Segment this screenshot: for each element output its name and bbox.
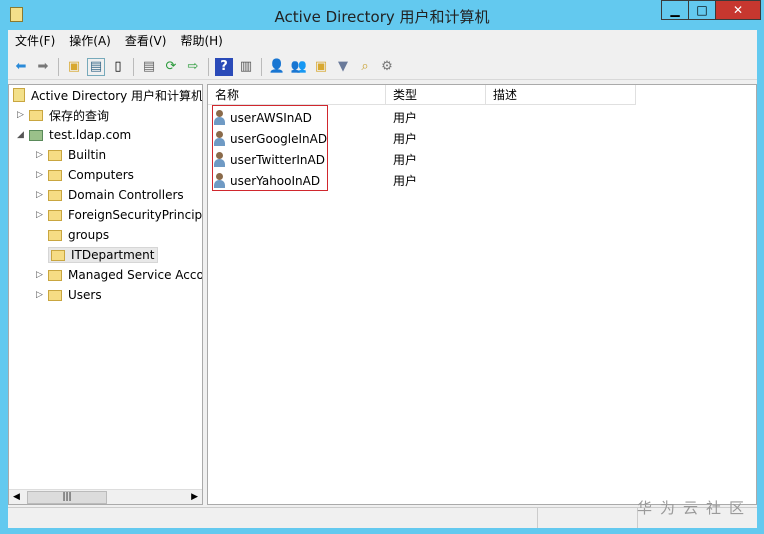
new-ou-icon[interactable]: ▣ [312, 58, 330, 76]
expand-icon[interactable]: ▷ [36, 150, 48, 160]
scroll-right-icon[interactable]: ▶ [191, 492, 198, 502]
export-icon[interactable]: ▤ [140, 58, 158, 76]
filter-icon[interactable]: ▼ [334, 58, 352, 76]
status-section [8, 508, 538, 528]
menu-bar: 文件(F) 操作(A) 查看(V) 帮助(H) [8, 30, 230, 52]
properties-icon[interactable]: ▯ [109, 58, 127, 76]
menu-action[interactable]: 操作(A) [62, 30, 118, 52]
forward-icon[interactable]: ➡ [34, 58, 52, 76]
minimize-button[interactable]: ▁ [661, 0, 689, 20]
column-header-name[interactable]: 名称 [208, 85, 386, 105]
folder-icon [48, 269, 62, 281]
column-header-description[interactable]: 描述 [486, 85, 636, 105]
scroll-left-icon[interactable]: ◀ [13, 492, 20, 502]
tree-item-computers[interactable]: ▷ Computers [36, 165, 134, 185]
toolbar: ⬅ ➡ ▣ ▤ ▯ ▤ ⟳ ⇨ ? ▥ 👤 👥 ▣ ▼ ⌕ ⚙ [8, 54, 757, 80]
export-list-icon[interactable]: ⇨ [184, 58, 202, 76]
up-folder-icon[interactable]: ▣ [65, 58, 83, 76]
column-header-type[interactable]: 类型 [386, 85, 486, 105]
folder-icon [48, 289, 62, 301]
expand-icon[interactable]: ▷ [36, 290, 48, 300]
menu-file[interactable]: 文件(F) [8, 30, 62, 52]
folder-icon [48, 149, 62, 161]
tree-item-builtin[interactable]: ▷ Builtin [36, 145, 106, 165]
back-icon[interactable]: ⬅ [12, 58, 30, 76]
help-icon[interactable]: ? [215, 57, 233, 76]
collapse-icon[interactable]: ◢ [17, 130, 29, 140]
folder-icon [29, 109, 43, 121]
expand-icon[interactable]: ▷ [36, 210, 48, 220]
folder-icon [48, 209, 62, 221]
ou-icon [51, 249, 65, 261]
tree-root[interactable]: Active Directory 用户和计算机 [13, 85, 202, 105]
refresh-icon[interactable]: ⟳ [162, 58, 180, 76]
expand-icon[interactable]: ▷ [36, 170, 48, 180]
menu-help[interactable]: 帮助(H) [173, 30, 229, 52]
folder-icon [48, 169, 62, 181]
toolbar-separator [261, 57, 262, 76]
tree-item-foreign-security-principals[interactable]: ▷ForeignSecurityPrincipals [36, 205, 202, 225]
tree-item-managed-service-accounts[interactable]: ▷Managed Service Accounts [36, 265, 202, 285]
scroll-thumb[interactable]: ||| [27, 491, 107, 504]
title-bar: Active Directory 用户和计算机 ▁ □ ✕ [0, 0, 764, 30]
ou-icon [48, 229, 62, 241]
horizontal-scrollbar[interactable]: ◀ ||| ▶ [9, 489, 202, 504]
expand-icon[interactable]: ▷ [36, 270, 48, 280]
tree-pane: Active Directory 用户和计算机 ▷ 保存的查询 ◢ test.lda… [8, 84, 203, 505]
expand-icon[interactable]: ▷ [17, 110, 29, 120]
window-title: Active Directory 用户和计算机 [274, 8, 490, 26]
tree-item-groups[interactable]: groups [36, 225, 109, 245]
maximize-button[interactable]: □ [688, 0, 716, 20]
expand-icon[interactable]: ▷ [36, 190, 48, 200]
domain-icon [29, 129, 43, 141]
tree-item-users[interactable]: ▷ Users [36, 285, 102, 305]
console-icon[interactable]: ▥ [237, 58, 255, 76]
snapin-icon [13, 88, 25, 102]
tree-item-domain-controllers[interactable]: ▷ Domain Controllers [36, 185, 184, 205]
delegate-icon[interactable]: ⚙ [378, 58, 396, 76]
tree-saved-queries[interactable]: ▷ 保存的查询 [17, 105, 109, 125]
new-group-icon[interactable]: 👥 [290, 58, 308, 76]
find-icon[interactable]: ⌕ [356, 58, 374, 76]
status-section [538, 508, 638, 528]
ou-icon [48, 189, 62, 201]
list-pane: 名称 类型 描述 userAWSInAD 用户 userGoogleInAD 用户 … [207, 84, 757, 505]
toolbar-separator [208, 57, 209, 76]
menu-view[interactable]: 查看(V) [118, 30, 174, 52]
tree-domain[interactable]: ◢ test.ldap.com [17, 125, 131, 145]
toolbar-separator [58, 57, 59, 76]
watermark: 华为云社区 [636, 499, 752, 517]
toolbar-separator [133, 57, 134, 76]
show-tree-icon[interactable]: ▤ [87, 57, 105, 76]
new-user-icon[interactable]: 👤 [268, 58, 286, 76]
highlight-box [212, 105, 328, 191]
window-frame: 文件(F) 操作(A) 查看(V) 帮助(H) ⬅ ➡ ▣ ▤ ▯ ▤ ⟳ ⇨ … [8, 30, 757, 528]
tree-item-itdepartment[interactable]: ITDepartment [36, 245, 159, 265]
close-button[interactable]: ✕ [715, 0, 761, 20]
